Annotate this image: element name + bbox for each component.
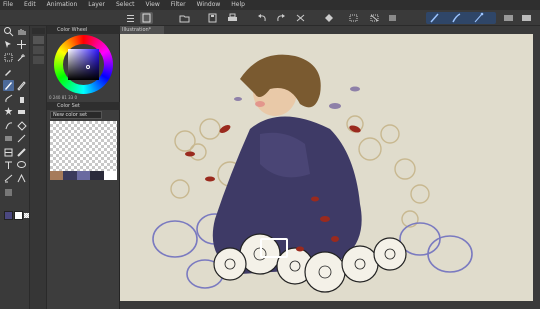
color-set-swatches [50, 171, 118, 180]
perspective-icon[interactable] [16, 173, 27, 184]
artwork [152, 54, 473, 293]
menu-file[interactable]: File [3, 0, 13, 10]
swatch-white[interactable] [103, 171, 118, 180]
menu-bar: File Edit Animation Layer Select View Fi… [0, 0, 540, 10]
menu-icon[interactable] [124, 12, 137, 24]
transform-icon[interactable] [347, 12, 360, 24]
swatch-tan[interactable] [50, 171, 64, 180]
correct-line-icon[interactable] [3, 173, 14, 184]
print-icon[interactable] [226, 12, 239, 24]
color-wheel-title: Color Wheel [47, 26, 120, 34]
hue-ring[interactable] [54, 35, 113, 94]
gradient-icon[interactable] [3, 133, 14, 144]
blend-icon[interactable] [3, 120, 14, 131]
swatch-navy[interactable] [63, 171, 77, 180]
horizontal-scrollbar[interactable] [120, 301, 533, 309]
menu-help[interactable]: Help [231, 0, 245, 10]
select-layer-icon[interactable] [386, 12, 399, 24]
color-panel: Color Wheel 0 240 81 33 0 Color Set New … [47, 26, 120, 309]
frame-border-icon[interactable] [3, 147, 14, 158]
transparent-swatch[interactable] [24, 213, 29, 218]
menu-animation[interactable]: Animation [47, 0, 78, 10]
open-icon[interactable] [178, 12, 191, 24]
figure-blush [255, 101, 265, 107]
sub-color-swatch[interactable] [14, 211, 23, 220]
eyedropper-icon[interactable] [3, 66, 14, 77]
selection-icon[interactable] [3, 52, 14, 63]
undo-icon[interactable] [256, 12, 269, 24]
clear-icon[interactable] [294, 12, 307, 24]
zoom-icon[interactable] [3, 26, 14, 37]
fill-icon[interactable] [322, 12, 335, 24]
subtool-panel [30, 26, 47, 309]
color-set-menu-icon[interactable] [104, 111, 117, 123]
operation-icon[interactable] [3, 39, 14, 50]
document-tab[interactable]: Illustration* [120, 26, 164, 34]
redo-icon[interactable] [274, 12, 287, 24]
main-color-swatch[interactable] [4, 211, 13, 220]
subtool-item-2[interactable] [33, 46, 44, 54]
move-layer-icon[interactable] [16, 39, 27, 50]
subtool-item-3[interactable] [33, 56, 44, 64]
eraser-icon[interactable] [16, 106, 27, 117]
swatch-dark[interactable] [90, 171, 104, 180]
pen-pressure-icon[interactable] [428, 12, 441, 24]
balloon-icon[interactable] [16, 160, 27, 171]
saturation-square[interactable] [68, 49, 99, 80]
deselect-icon[interactable] [368, 12, 381, 24]
subdraw-icon[interactable] [3, 187, 14, 198]
pencil-icon[interactable] [16, 80, 27, 91]
swatch-lavender[interactable] [76, 171, 91, 180]
transparent-preview [50, 121, 117, 171]
hand-icon[interactable] [16, 26, 27, 37]
color-set-title: Color Set [47, 102, 120, 110]
color-picker-marker[interactable] [86, 65, 90, 69]
color-mode-icon[interactable] [502, 12, 515, 24]
new-canvas-icon[interactable] [140, 12, 153, 24]
menu-select[interactable]: Select [116, 0, 135, 10]
save-icon[interactable] [206, 12, 219, 24]
menu-layer[interactable]: Layer [88, 0, 105, 10]
tool-palette [0, 26, 30, 309]
command-bar [0, 10, 540, 26]
layer-mode-icon[interactable] [520, 12, 533, 24]
canvas[interactable] [120, 34, 533, 301]
ruler-icon[interactable] [16, 147, 27, 158]
airbrush-icon[interactable] [16, 93, 27, 104]
vertical-scrollbar[interactable] [533, 34, 540, 309]
brush-icon[interactable] [3, 93, 14, 104]
pen-stroke-icon[interactable] [450, 12, 463, 24]
pen-icon[interactable] [3, 80, 14, 91]
canvas-area: Illustration* [120, 26, 540, 309]
auto-select-icon[interactable] [16, 52, 27, 63]
figure-icon[interactable] [16, 133, 27, 144]
document-tabbar [120, 26, 540, 34]
text-icon[interactable] [3, 160, 14, 171]
menu-filter[interactable]: Filter [171, 0, 186, 10]
color-set-dropdown[interactable]: New color set [50, 111, 102, 119]
menu-edit[interactable]: Edit [24, 0, 36, 10]
subtool-item-1[interactable] [33, 36, 44, 44]
pen-line-icon[interactable] [472, 12, 485, 24]
color-readout: 0 240 81 33 0 [49, 95, 77, 100]
menu-view[interactable]: View [146, 0, 160, 10]
menu-window[interactable]: Window [197, 0, 221, 10]
fill-bucket-icon[interactable] [16, 120, 27, 131]
decoration-icon[interactable] [3, 106, 14, 117]
subtool-header [32, 28, 45, 34]
